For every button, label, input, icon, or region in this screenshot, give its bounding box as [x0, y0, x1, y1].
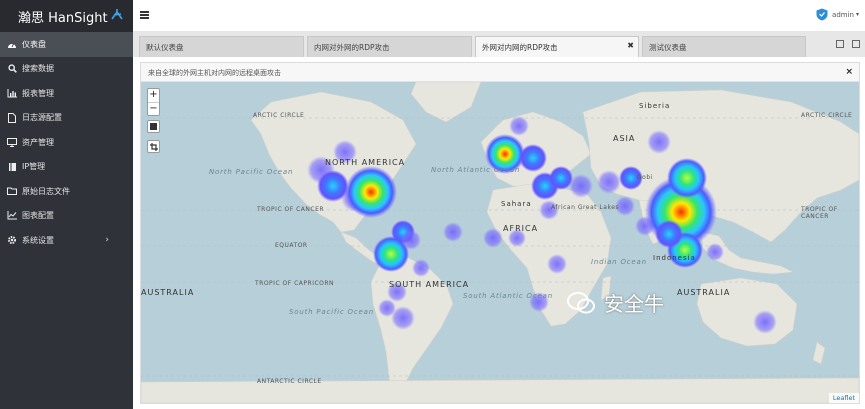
- edit-icon[interactable]: [852, 40, 860, 48]
- sidebar-item-log-source[interactable]: 日志源配置: [0, 106, 133, 131]
- tab-external-rdp[interactable]: 外网对内网的RDP攻击 ✖: [475, 36, 639, 57]
- map-label: AUSTRALIA: [141, 288, 195, 297]
- map-label: SOUTH AMERICA: [389, 280, 470, 289]
- map-label: AFRICA: [503, 224, 539, 233]
- map-label: Sahara: [501, 200, 532, 208]
- sidebar-item-assets[interactable]: 资产管理: [0, 130, 133, 155]
- tab-test-dashboard[interactable]: 测试仪表盘: [642, 36, 806, 57]
- draw-rectangle-button[interactable]: [147, 120, 160, 133]
- topbar: admin ▾: [133, 0, 865, 32]
- sidebar-item-search[interactable]: 搜索数据: [0, 57, 133, 82]
- crop-icon: [149, 142, 158, 151]
- map-canvas: [141, 82, 859, 403]
- panel-header: 来自全球的外网主机对内网的远程桌面攻击 ×: [141, 63, 859, 82]
- leaflet-attribution-link[interactable]: Leaflet: [828, 393, 859, 403]
- map-label: ARCTIC CIRCLE: [801, 112, 853, 119]
- sidebar-item-label: IP管理: [22, 162, 46, 172]
- file-icon: [7, 112, 17, 123]
- sidebar-item-label: 仪表盘: [22, 39, 46, 49]
- map-label: Indian Ocean: [591, 258, 647, 266]
- map-label: TROPIC OF CANCER: [801, 206, 838, 220]
- sidebar-item-settings[interactable]: 系统设置 ›: [0, 228, 133, 253]
- zoom-out-button[interactable]: −: [148, 102, 159, 115]
- sidebar-item-label: 日志源配置: [22, 113, 62, 123]
- sidebar: 瀚思 HanSight 仪表盘 搜索数据 报表管理 日志源配置 资产管理 IP管…: [0, 0, 133, 409]
- map-panel: 来自全球的外网主机对内网的远程桌面攻击 × ARCTIC CIRCLE ARCT…: [140, 62, 860, 404]
- map-label: South Atlantic Ocean: [463, 292, 553, 300]
- heat-map[interactable]: ARCTIC CIRCLE ARCTIC CIRCLE NORTH AMERIC…: [141, 82, 859, 403]
- wechat-icon: [567, 291, 595, 313]
- shield-icon: [816, 8, 828, 21]
- user-menu[interactable]: admin ▾: [816, 8, 859, 21]
- save-icon[interactable]: [836, 40, 844, 48]
- search-icon: [7, 64, 17, 74]
- map-label: AUSTRALIA: [677, 288, 731, 297]
- caret-down-icon: ▾: [855, 11, 859, 18]
- sidebar-item-chart-config[interactable]: 图表配置: [0, 204, 133, 229]
- folder-icon: [7, 186, 17, 196]
- sidebar-item-ip[interactable]: IP管理: [0, 155, 133, 180]
- watermark: 安全牛: [566, 288, 664, 317]
- map-label: TROPIC OF CAPRICORN: [255, 280, 335, 287]
- sidebar-item-reports[interactable]: 报表管理: [0, 81, 133, 106]
- brand-name: 瀚思 HanSight: [18, 10, 108, 26]
- username: admin: [832, 10, 854, 19]
- map-label: African Great Lakes: [551, 204, 620, 211]
- sidebar-item-dashboard[interactable]: 仪表盘: [0, 32, 133, 57]
- bar-chart-icon: [7, 88, 17, 98]
- sidebar-item-raw-logs[interactable]: 原始日志文件: [0, 179, 133, 204]
- map-label: ANTARCTIC CIRCLE: [257, 378, 322, 385]
- zoom-in-button[interactable]: +: [148, 89, 159, 102]
- map-label: Indonesia: [653, 254, 696, 262]
- map-label: North Atlantic Ocean: [431, 166, 521, 174]
- map-label: ARCTIC CIRCLE: [253, 112, 305, 119]
- app-window: 瀚思 HanSight 仪表盘 搜索数据 报表管理 日志源配置 资产管理 IP管…: [0, 0, 865, 409]
- tab-label: 外网对内网的RDP攻击: [482, 43, 558, 52]
- map-label: ASIA: [613, 134, 636, 143]
- zoom-control: + −: [147, 88, 160, 116]
- sidebar-item-label: 资产管理: [22, 137, 54, 147]
- map-label: EQUATOR: [275, 242, 308, 249]
- brand-logo[interactable]: 瀚思 HanSight: [0, 0, 133, 32]
- map-label: North Pacific Ocean: [209, 168, 294, 176]
- sidebar-item-label: 搜索数据: [22, 64, 54, 74]
- sidebar-item-label: 系统设置: [22, 235, 54, 245]
- watermark-text: 安全牛: [604, 292, 664, 316]
- monitor-icon: [7, 137, 17, 147]
- dashboard-icon: [7, 39, 17, 49]
- chevron-right-icon: ›: [105, 235, 109, 246]
- close-panel-icon[interactable]: ×: [845, 67, 853, 77]
- tab-default-dashboard[interactable]: 默认仪表盘: [139, 36, 304, 57]
- tab-label: 测试仪表盘: [649, 43, 687, 52]
- tab-internal-rdp[interactable]: 内网对外网的RDP攻击: [307, 36, 472, 57]
- map-label: TROPIC OF CANCER: [257, 206, 325, 213]
- close-tab-icon[interactable]: ✖: [627, 41, 634, 50]
- map-label: Siberia: [639, 102, 671, 110]
- book-icon: [7, 162, 17, 172]
- gear-icon: [7, 235, 17, 245]
- tab-bar: 默认仪表盘 内网对外网的RDP攻击 外网对内网的RDP攻击 ✖ 测试仪表盘: [133, 32, 865, 57]
- tab-label: 默认仪表盘: [146, 43, 184, 52]
- tab-label: 内网对外网的RDP攻击: [314, 43, 390, 52]
- line-chart-icon: [7, 211, 17, 221]
- crop-button[interactable]: [147, 140, 160, 153]
- map-label: Gobi: [637, 174, 653, 181]
- menu-toggle-icon[interactable]: [140, 11, 149, 19]
- map-label: South Pacific Ocean: [289, 308, 374, 316]
- square-icon: [150, 123, 157, 130]
- sidebar-item-label: 报表管理: [22, 88, 54, 98]
- sidebar-item-label: 图表配置: [22, 211, 54, 221]
- panel-title: 来自全球的外网主机对内网的远程桌面攻击: [148, 69, 281, 77]
- map-label: NORTH AMERICA: [325, 158, 406, 167]
- brand-mark-icon: [110, 8, 124, 24]
- sidebar-item-label: 原始日志文件: [22, 186, 70, 196]
